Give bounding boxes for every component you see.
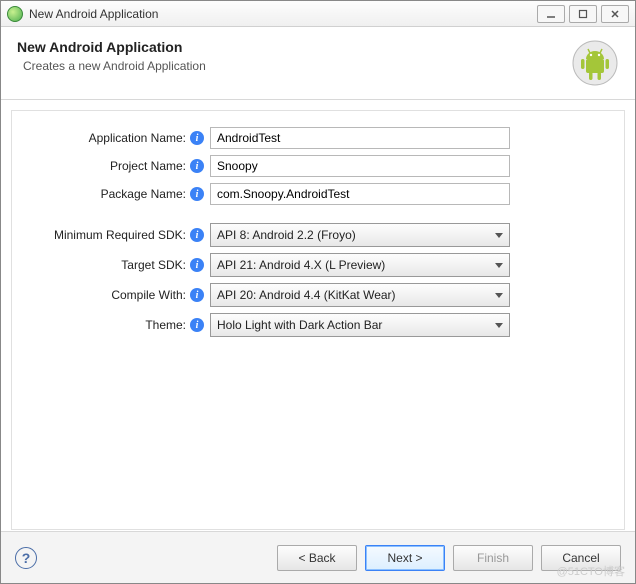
min-sdk-label: Minimum Required SDK:	[36, 228, 186, 242]
min-sdk-select[interactable]: API 8: Android 2.2 (Froyo)	[210, 223, 510, 247]
chevron-down-icon	[495, 263, 503, 268]
form-area: Application Name: i Project Name: i Pack…	[11, 110, 625, 530]
compile-with-value: API 20: Android 4.4 (KitKat Wear)	[217, 288, 495, 302]
min-sdk-value: API 8: Android 2.2 (Froyo)	[217, 228, 495, 242]
next-button[interactable]: Next >	[365, 545, 445, 571]
chevron-down-icon	[495, 293, 503, 298]
info-icon[interactable]: i	[190, 187, 204, 201]
app-name-label: Application Name:	[36, 131, 186, 145]
title-bar: New Android Application	[1, 1, 635, 27]
minimize-button[interactable]	[537, 5, 565, 23]
wizard-footer: ? < Back Next > Finish Cancel	[1, 531, 635, 583]
target-sdk-select[interactable]: API 21: Android 4.X (L Preview)	[210, 253, 510, 277]
android-robot-icon	[571, 39, 619, 87]
back-button[interactable]: < Back	[277, 545, 357, 571]
theme-value: Holo Light with Dark Action Bar	[217, 318, 495, 332]
banner-heading: New Android Application	[17, 39, 571, 55]
help-icon[interactable]: ?	[15, 547, 37, 569]
info-icon[interactable]: i	[190, 318, 204, 332]
project-name-label: Project Name:	[36, 159, 186, 173]
package-name-label: Package Name:	[36, 187, 186, 201]
window-title: New Android Application	[29, 7, 537, 21]
app-name-input[interactable]	[210, 127, 510, 149]
wizard-banner: New Android Application Creates a new An…	[1, 27, 635, 100]
cancel-button[interactable]: Cancel	[541, 545, 621, 571]
info-icon[interactable]: i	[190, 159, 204, 173]
info-icon[interactable]: i	[190, 258, 204, 272]
close-button[interactable]	[601, 5, 629, 23]
project-name-input[interactable]	[210, 155, 510, 177]
maximize-button[interactable]	[569, 5, 597, 23]
package-name-input[interactable]	[210, 183, 510, 205]
window-controls	[537, 5, 629, 23]
target-sdk-value: API 21: Android 4.X (L Preview)	[217, 258, 495, 272]
target-sdk-label: Target SDK:	[36, 258, 186, 272]
theme-label: Theme:	[36, 318, 186, 332]
chevron-down-icon	[495, 233, 503, 238]
info-icon[interactable]: i	[190, 228, 204, 242]
finish-button: Finish	[453, 545, 533, 571]
android-app-icon	[7, 6, 23, 22]
info-icon[interactable]: i	[190, 131, 204, 145]
info-icon[interactable]: i	[190, 288, 204, 302]
chevron-down-icon	[495, 323, 503, 328]
compile-with-select[interactable]: API 20: Android 4.4 (KitKat Wear)	[210, 283, 510, 307]
banner-subtitle: Creates a new Android Application	[23, 59, 571, 73]
theme-select[interactable]: Holo Light with Dark Action Bar	[210, 313, 510, 337]
compile-with-label: Compile With:	[36, 288, 186, 302]
